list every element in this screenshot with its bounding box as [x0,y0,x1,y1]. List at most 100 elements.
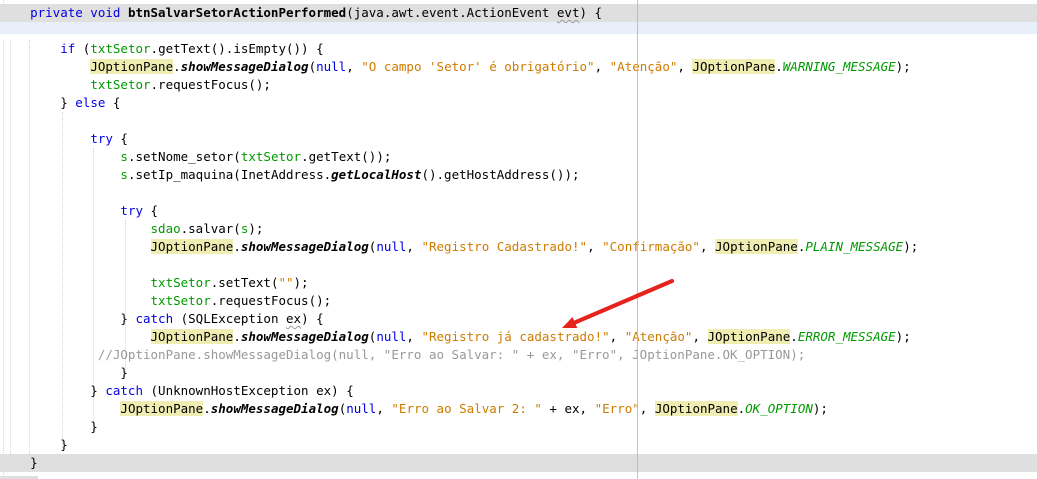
code-token: ) { [579,5,603,20]
code-line[interactable]: } [0,436,1037,454]
code-token: "Erro ao Salvar 2: " [391,401,542,416]
code-token: , [639,401,655,416]
code-token: try [90,131,113,146]
code-line[interactable]: if (txtSetor.getText().isEmpty()) { [0,40,1037,58]
code-token: JOptionPane [707,329,791,344]
code-line[interactable]: JOptionPane.showMessageDialog(null, "Reg… [0,328,1037,346]
code-token: .setText( [210,275,279,290]
code-token: "Confirmação" [602,239,700,254]
code-token: , [346,59,362,74]
code-line[interactable]: } catch (SQLException ex) { [0,310,1037,328]
code-token: s [120,167,128,182]
code-token: JOptionPane [120,401,204,416]
code-token: showMessageDialog [240,329,369,344]
code-line[interactable]: try { [0,130,1037,148]
code-token: ); [293,275,309,290]
code-token: evt [556,5,580,20]
code-token: OK_OPTION [745,401,813,416]
code-token: ex [286,311,302,326]
code-token: catch [105,383,143,398]
code-token: sdao [150,221,181,236]
code-token: s [120,149,128,164]
code-token: (UnknownHostException ex) { [143,383,354,398]
code-token: .setNome_setor( [127,149,241,164]
code-token: . [233,329,241,344]
code-token: txtSetor [90,77,151,92]
code-token: ); [903,239,919,254]
code-token: if [0,41,83,56]
code-line[interactable]: } [0,364,1037,382]
code-token: JOptionPane [715,239,798,254]
code-token: , [587,239,603,254]
code-token: JOptionPane [150,239,234,254]
code-token: else [75,95,106,110]
code-token: ().getHostAddress()); [421,167,580,182]
code-token: null [376,239,407,254]
code-line[interactable]: s.setNome_setor(txtSetor.getText()); [0,148,1037,166]
code-token: "" [278,275,294,290]
code-token: ERROR_MESSAGE [797,329,896,344]
code-line[interactable] [0,22,1037,40]
code-area[interactable]: private void btnSalvarSetorActionPerform… [0,4,1037,472]
code-line[interactable]: } [0,418,1037,436]
code-line[interactable]: JOptionPane.showMessageDialog(null, "O c… [0,58,1037,76]
code-token: , [406,329,422,344]
code-line[interactable]: s.setIp_maquina(InetAddress.getLocalHost… [0,166,1037,184]
code-token: JOptionPane [654,401,738,416]
code-token: "O campo 'Setor' é obrigatório" [361,59,595,74]
code-token: { [112,131,128,146]
code-line[interactable]: //JOptionPane.showMessageDialog(null, "E… [0,346,1037,364]
code-line[interactable] [0,184,1037,202]
code-line[interactable]: txtSetor.requestFocus(); [0,76,1037,94]
code-line[interactable]: txtSetor.requestFocus(); [0,292,1037,310]
code-line[interactable]: txtSetor.setText(""); [0,274,1037,292]
code-token: , [609,329,625,344]
code-token: { [143,203,159,218]
code-token: ); [895,59,911,74]
code-token: } [0,419,98,434]
code-line[interactable]: } else { [0,94,1037,112]
code-token: (SQLException [173,311,286,326]
code-line[interactable]: } [0,454,1037,472]
code-token: private void [0,5,128,20]
code-line[interactable]: try { [0,202,1037,220]
code-line[interactable]: private void btnSalvarSetorActionPerform… [0,4,1037,22]
code-token: PLAIN_MESSAGE [805,239,904,254]
code-token: "Registro Cadastrado!" [421,239,588,254]
code-token: null [316,59,347,74]
code-token: . [233,239,241,254]
code-token: , [699,239,716,254]
code-token: try [120,203,143,218]
code-token: catch [135,311,174,326]
code-line[interactable]: } catch (UnknownHostException ex) { [0,382,1037,400]
code-token: showMessageDialog [240,239,369,254]
code-token: ) { [301,311,324,326]
code-token: } [0,455,38,470]
code-line[interactable]: JOptionPane.showMessageDialog(null, "Reg… [0,238,1037,256]
code-token: } [0,365,128,380]
code-token: null [376,329,407,344]
code-token: , [406,239,422,254]
code-token: . [737,401,746,416]
code-token: + ex, [541,401,595,416]
code-line[interactable]: JOptionPane.showMessageDialog(null, "Err… [0,400,1037,418]
code-token: JOptionPane [692,59,776,74]
code-token: } [0,437,68,452]
code-line[interactable]: sdao.salvar(s); [0,220,1037,238]
code-token: txtSetor [150,293,211,308]
code-token: .requestFocus(); [210,293,332,308]
code-token: txtSetor [240,149,302,164]
code-line[interactable] [0,112,1037,130]
code-token: "Atenção" [609,59,678,74]
code-token: .requestFocus(); [150,77,271,92]
code-token: WARNING_MESSAGE [782,59,896,74]
code-line[interactable] [0,256,1037,274]
